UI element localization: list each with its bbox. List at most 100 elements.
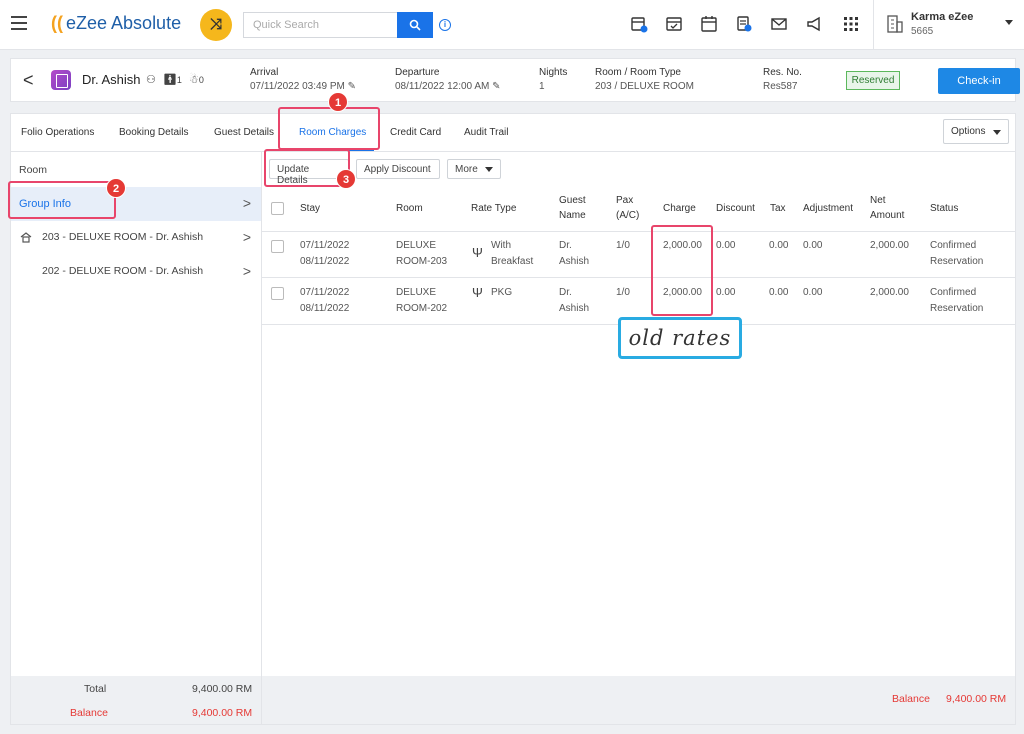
hotel-name[interactable]: Karma eZee: [911, 11, 973, 23]
room-charges-pane: Update Details Apply Discount More Stay …: [262, 152, 1015, 724]
annotation-note-old-rates: old rates: [618, 317, 742, 359]
room-list-header: Room: [19, 164, 48, 176]
col-adjustment: Adjustment: [803, 203, 854, 214]
calendar-icon[interactable]: [700, 15, 718, 33]
room-list-pane: Room Group Info > 203 - DELUXE ROOM - Dr…: [11, 152, 262, 724]
balance-label: Balance: [70, 707, 108, 719]
shuffle-icon[interactable]: ⤨: [200, 9, 232, 41]
annotation-highlight-room-charges: [278, 107, 380, 150]
cell-net-amount: 2,000.00: [870, 287, 909, 298]
cell-discount: 0.00: [716, 240, 736, 251]
search-button[interactable]: [397, 12, 433, 38]
top-nav: ((eZee Absolute ⤨ Quick Search i Karma e…: [0, 0, 1024, 50]
invoice-icon[interactable]: [735, 15, 753, 33]
adult-count: 1: [176, 75, 182, 85]
annotation-highlight-charge-column: [651, 225, 713, 316]
row-checkbox[interactable]: [271, 287, 284, 300]
app-name: eZee Absolute: [66, 13, 182, 33]
child-count: 0: [198, 75, 204, 85]
status-badge: Reserved: [846, 71, 900, 90]
annotation-step-3: 3: [336, 169, 356, 189]
more-dropdown[interactable]: More: [447, 159, 501, 179]
room-item-label: 203 - DELUXE ROOM - Dr. Ashish: [42, 231, 204, 243]
res-no-label: Res. No.: [763, 67, 802, 78]
guest-pax-info: ⚇ 🚹︎1 ☃︎0: [146, 73, 204, 86]
chevron-down-icon: [485, 167, 493, 172]
chevron-right-icon: >: [242, 195, 251, 211]
res-no-value: Res587: [763, 81, 798, 92]
calendar-check-icon[interactable]: [665, 15, 683, 33]
cell-pax: 1/0: [616, 240, 630, 251]
cell-status: Confirmed Reservation: [930, 240, 984, 267]
balance-value: 9,400.00 RM: [192, 707, 253, 719]
announcement-icon[interactable]: [805, 15, 823, 33]
col-net-amount: Net Amount: [870, 195, 905, 221]
hotel-building-icon: [887, 15, 903, 33]
chevron-down-icon: [993, 130, 1001, 135]
main-panel: Folio Operations Booking Details Guest D…: [10, 113, 1016, 725]
apps-grid-icon[interactable]: [842, 15, 860, 33]
hotel-code: 5665: [911, 26, 934, 37]
total-value: 9,400.00 RM: [192, 683, 253, 695]
edit-icon[interactable]: ✎: [492, 81, 500, 92]
col-tax: Tax: [770, 203, 786, 214]
table-header: Stay Room Rate Type Guest Name Pax (A/C) C…: [262, 186, 1015, 232]
balance-label: Balance: [892, 693, 930, 705]
cell-rate-type: PKG: [491, 287, 513, 298]
mail-icon[interactable]: [770, 15, 788, 33]
hotel-dropdown-icon[interactable]: [1005, 20, 1013, 25]
cell-adjustment: 0.00: [803, 240, 823, 251]
col-stay: Stay: [300, 203, 321, 214]
room-list-item[interactable]: 202 - DELUXE ROOM - Dr. Ashish >: [11, 255, 261, 289]
cell-net-amount: 2,000.00: [870, 240, 909, 251]
child-icon: ☃︎: [188, 74, 199, 86]
search-input[interactable]: Quick Search: [243, 12, 397, 38]
tab-bar: Folio Operations Booking Details Guest D…: [11, 114, 1015, 152]
cell-guest-name: Dr. Ashish: [559, 287, 590, 314]
divider: [873, 0, 874, 50]
guest-avatar-icon: [51, 70, 71, 90]
cell-rate-type: With Breakfast: [491, 240, 534, 267]
col-status: Status: [930, 203, 959, 214]
search-icon: [409, 19, 421, 31]
arrival-label: Arrival: [250, 67, 279, 78]
tab-audit-trail[interactable]: Audit Trail: [464, 127, 508, 138]
col-guest-name: Guest Name: [559, 195, 586, 221]
select-all-checkbox[interactable]: [271, 202, 284, 215]
check-in-button[interactable]: Check-in: [938, 68, 1020, 94]
col-charge: Charge: [663, 203, 696, 214]
table-row[interactable]: 07/11/2022 08/11/2022 DELUXE ROOM-203 Ψ Wi…: [262, 232, 1015, 278]
tab-folio-operations[interactable]: Folio Operations: [21, 127, 94, 138]
room-list-item[interactable]: 203 - DELUXE ROOM - Dr. Ashish >: [11, 221, 261, 255]
group-icon: ⚇: [146, 74, 156, 86]
balance-value: 9,400.00 RM: [946, 693, 1007, 705]
annotation-step-2: 2: [106, 178, 126, 198]
tab-credit-card[interactable]: Credit Card: [390, 127, 441, 138]
back-arrow-icon[interactable]: <: [23, 70, 34, 91]
departure-label: Departure: [395, 67, 440, 78]
adult-icon: 🚹︎: [162, 74, 177, 86]
col-discount: Discount: [716, 203, 755, 214]
fork-knife-icon: Ψ: [472, 285, 483, 300]
cell-discount: 0.00: [716, 287, 736, 298]
tab-guest-details[interactable]: Guest Details: [214, 127, 274, 138]
menu-icon[interactable]: [11, 16, 27, 30]
app-logo[interactable]: ((eZee Absolute: [51, 13, 181, 34]
cell-room: DELUXE ROOM-203: [396, 240, 448, 267]
room-type-value: 203 / DELUXE ROOM: [595, 81, 694, 92]
calendar-add-icon[interactable]: [630, 15, 648, 33]
nights-value: 1: [539, 81, 545, 92]
fork-knife-icon: Ψ: [472, 245, 483, 260]
chevron-right-icon: >: [242, 263, 251, 279]
balance-footer: Balance 9,400.00 RM: [262, 676, 1015, 724]
col-room: Room: [396, 203, 423, 214]
nights-label: Nights: [539, 67, 568, 78]
row-checkbox[interactable]: [271, 240, 284, 253]
chevron-right-icon: >: [242, 229, 251, 245]
tab-booking-details[interactable]: Booking Details: [119, 127, 188, 138]
guest-name[interactable]: Dr. Ashish: [82, 72, 141, 87]
edit-icon[interactable]: ✎: [348, 81, 356, 92]
apply-discount-button[interactable]: Apply Discount: [356, 159, 440, 179]
options-dropdown[interactable]: Options: [943, 119, 1009, 144]
info-icon[interactable]: i: [439, 19, 451, 31]
